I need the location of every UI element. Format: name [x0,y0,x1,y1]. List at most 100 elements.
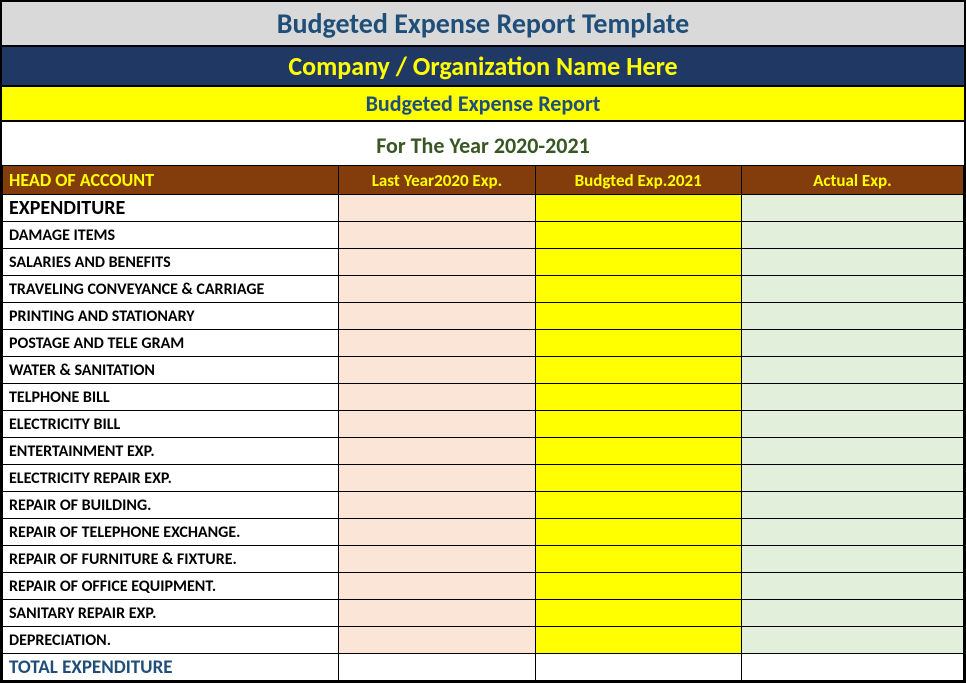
total-last-year[interactable] [339,654,535,681]
cell-actual[interactable] [741,492,963,519]
cell-actual[interactable] [741,357,963,384]
cell-budgeted[interactable] [535,303,741,330]
cell-last-year[interactable] [339,357,535,384]
cell-budgeted[interactable] [535,492,741,519]
cell-budgeted[interactable] [535,249,741,276]
cell-budgeted[interactable] [535,438,741,465]
table-row: REPAIR OF TELEPHONE EXCHANGE. [3,519,964,546]
table-row: REPAIR OF BUILDING. [3,492,964,519]
table-row: ELECTRICITY BILL [3,411,964,438]
cell-actual[interactable] [741,384,963,411]
cell-last-year[interactable] [339,573,535,600]
cell-last-year[interactable] [339,276,535,303]
year-bar: For The Year 2020-2021 [2,122,964,165]
cell-last-year[interactable] [339,330,535,357]
cell-last-year[interactable] [339,384,535,411]
cell-budgeted[interactable] [535,222,741,249]
cell-budgeted[interactable] [535,384,741,411]
row-label: ELECTRICITY REPAIR EXP. [3,465,339,492]
cell-budgeted[interactable] [535,411,741,438]
cell-last-year[interactable] [339,600,535,627]
table-row: DEPRECIATION. [3,627,964,654]
cell-last-year[interactable] [339,627,535,654]
cell-budgeted[interactable] [535,195,741,222]
row-label: ENTERTAINMENT EXP. [3,438,339,465]
row-label: REPAIR OF BUILDING. [3,492,339,519]
cell-actual[interactable] [741,330,963,357]
row-label: TRAVELING CONVEYANCE & CARRIAGE [3,276,339,303]
cell-actual[interactable] [741,276,963,303]
cell-budgeted[interactable] [535,519,741,546]
table-row: TRAVELING CONVEYANCE & CARRIAGE [3,276,964,303]
row-label: DAMAGE ITEMS [3,222,339,249]
cell-actual[interactable] [741,411,963,438]
table-row: WATER & SANITATION [3,357,964,384]
cell-actual[interactable] [741,465,963,492]
row-label: ELECTRICITY BILL [3,411,339,438]
table-row: PRINTING AND STATIONARY [3,303,964,330]
cell-last-year[interactable] [339,492,535,519]
cell-actual[interactable] [741,573,963,600]
report-title: Budgeted Expense Report [366,90,601,117]
template-title: Budgeted Expense Report Template [277,6,689,41]
total-row: TOTAL EXPENDITURE [3,654,964,681]
row-label: POSTAGE AND TELE GRAM [3,330,339,357]
table-row: REPAIR OF FURNITURE & FIXTURE. [3,546,964,573]
company-name-placeholder[interactable]: Company / Organization Name Here [288,50,677,82]
category-label: EXPENDITURE [3,195,339,222]
table-row: POSTAGE AND TELE GRAM [3,330,964,357]
cell-actual[interactable] [741,519,963,546]
year-label: For The Year 2020-2021 [376,132,590,159]
row-label: REPAIR OF TELEPHONE EXCHANGE. [3,519,339,546]
cell-last-year[interactable] [339,546,535,573]
table-row: REPAIR OF OFFICE EQUIPMENT. [3,573,964,600]
table-row: TELPHONE BILL [3,384,964,411]
table-row: SALARIES AND BENEFITS [3,249,964,276]
cell-actual[interactable] [741,546,963,573]
cell-actual[interactable] [741,438,963,465]
cell-actual[interactable] [741,195,963,222]
cell-budgeted[interactable] [535,330,741,357]
col-header-account: HEAD OF ACCOUNT [3,166,339,195]
row-label: WATER & SANITATION [3,357,339,384]
report-wrap: Budgeted Expense Report Template Company… [0,0,966,683]
title-bar: Budgeted Expense Report Template [2,2,964,47]
cell-last-year[interactable] [339,222,535,249]
row-label: SALARIES AND BENEFITS [3,249,339,276]
cell-budgeted[interactable] [535,357,741,384]
cell-last-year[interactable] [339,438,535,465]
cell-actual[interactable] [741,600,963,627]
category-row: EXPENDITURE [3,195,964,222]
cell-last-year[interactable] [339,303,535,330]
cell-actual[interactable] [741,249,963,276]
cell-last-year[interactable] [339,519,535,546]
total-actual[interactable] [741,654,963,681]
total-budgeted[interactable] [535,654,741,681]
table-row: ELECTRICITY REPAIR EXP. [3,465,964,492]
cell-budgeted[interactable] [535,276,741,303]
col-header-actual: Actual Exp. [741,166,963,195]
cell-actual[interactable] [741,627,963,654]
cell-budgeted[interactable] [535,465,741,492]
table-row: ENTERTAINMENT EXP. [3,438,964,465]
cell-actual[interactable] [741,303,963,330]
row-label: SANITARY REPAIR EXP. [3,600,339,627]
total-label: TOTAL EXPENDITURE [3,654,339,681]
cell-last-year[interactable] [339,465,535,492]
header-row: HEAD OF ACCOUNT Last Year2020 Exp. Budgt… [3,166,964,195]
cell-budgeted[interactable] [535,573,741,600]
table-row: DAMAGE ITEMS [3,222,964,249]
col-header-last-year: Last Year2020 Exp. [339,166,535,195]
table-row: SANITARY REPAIR EXP. [3,600,964,627]
report-title-bar: Budgeted Expense Report [2,87,964,122]
cell-last-year[interactable] [339,249,535,276]
cell-budgeted[interactable] [535,627,741,654]
company-bar: Company / Organization Name Here [2,47,964,87]
cell-last-year[interactable] [339,195,535,222]
cell-budgeted[interactable] [535,546,741,573]
cell-last-year[interactable] [339,411,535,438]
row-label: REPAIR OF OFFICE EQUIPMENT. [3,573,339,600]
cell-budgeted[interactable] [535,600,741,627]
row-label: REPAIR OF FURNITURE & FIXTURE. [3,546,339,573]
cell-actual[interactable] [741,222,963,249]
